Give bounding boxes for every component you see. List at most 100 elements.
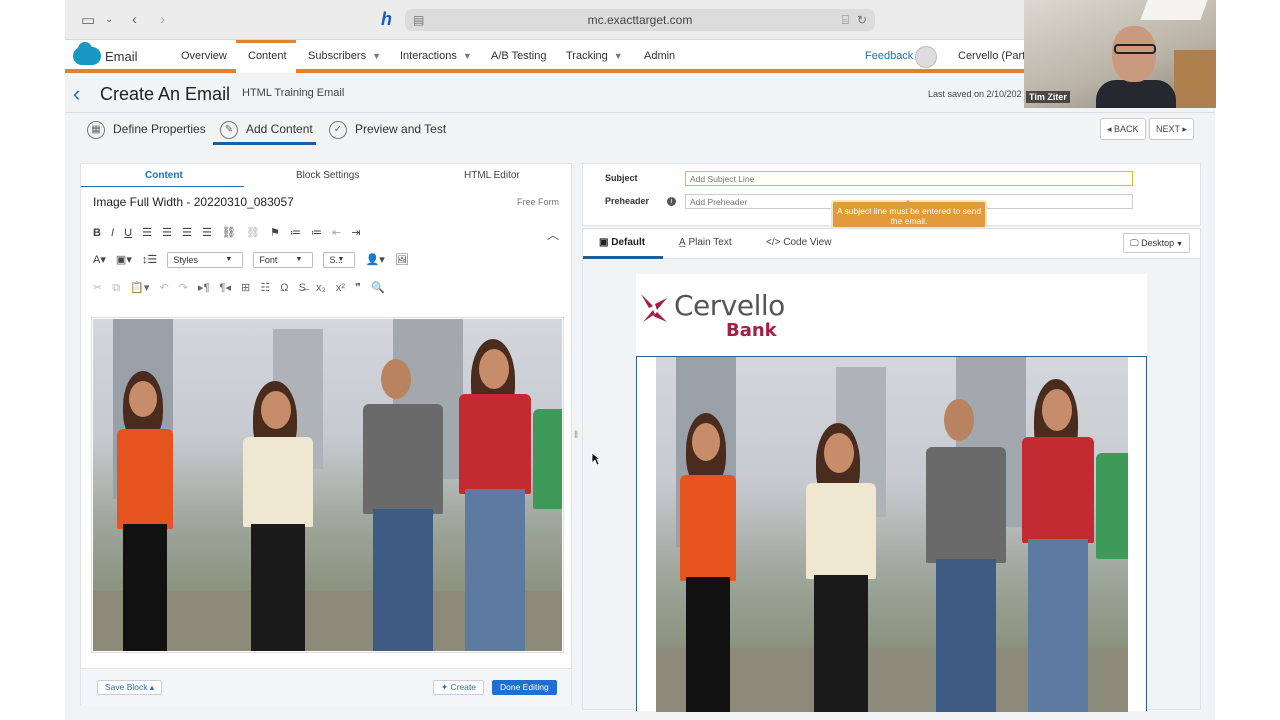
panel-resize-handle[interactable]: ‖ (574, 430, 578, 441)
step-preview-and-test[interactable]: ✓ Preview and Test (329, 121, 446, 139)
last-saved-text: Last saved on 2/10/202 (928, 89, 1022, 99)
table-icon[interactable]: ⊞ (241, 281, 250, 294)
sidebar-toggle-icon[interactable]: ▭ (81, 11, 95, 29)
account-name[interactable]: Cervello (Partn (958, 50, 1031, 62)
collapse-toolbar-icon[interactable]: ︿ (547, 226, 559, 243)
strikethrough-icon[interactable]: S̶ (299, 282, 306, 294)
align-right-icon[interactable]: ☰ (182, 226, 192, 239)
italic-icon[interactable]: I (111, 227, 114, 239)
photo-person-legs (1028, 539, 1088, 712)
photo-person-legs (465, 489, 525, 651)
photo-person-legs (814, 575, 868, 712)
align-left-icon[interactable]: ☰ (142, 226, 152, 239)
link-icon[interactable]: ⛓ (222, 226, 236, 239)
photo-person-legs (373, 509, 433, 651)
nav-tracking[interactable]: Tracking ▼ (566, 50, 623, 62)
text-color-icon[interactable]: A▾ (93, 253, 106, 266)
underline-icon[interactable]: U (124, 227, 132, 239)
superscript-icon[interactable]: x² (336, 282, 345, 294)
nav-interactions[interactable]: Interactions ▼ (400, 50, 472, 62)
nav-admin[interactable]: Admin (644, 50, 675, 62)
content-editor-panel: Content Block Settings HTML Editor Image… (80, 163, 572, 705)
numbered-list-icon[interactable]: ≔ (290, 226, 301, 239)
unlink-icon[interactable]: ⛓ (246, 226, 260, 239)
step-define-properties[interactable]: ▦ Define Properties (87, 121, 206, 139)
email-preview: Cervello Bank (636, 274, 1147, 712)
nav-ab-testing[interactable]: A/B Testing (491, 50, 546, 62)
rtl-icon[interactable]: ¶◂ (220, 281, 231, 294)
bullet-list-icon[interactable]: ≔ (311, 226, 322, 239)
nav-tracking-label: Tracking (566, 50, 608, 62)
translate-icon[interactable]: ⌸ (842, 9, 849, 31)
save-block-button[interactable]: Save Block ▴ (97, 680, 163, 695)
tab-block-settings[interactable]: Block Settings (296, 170, 359, 181)
back-arrow-icon[interactable]: ‹ (73, 81, 80, 107)
feedback-link[interactable]: Feedback (865, 50, 913, 62)
tab-html-editor[interactable]: HTML Editor (464, 170, 520, 181)
background-color-icon[interactable]: ▣▾ (116, 253, 132, 266)
tab-plain-text[interactable]: A̲ Plain Text (679, 237, 732, 248)
personalization-icon[interactable]: 👤▾ (366, 253, 385, 266)
photo-person-head (824, 433, 854, 473)
justify-icon[interactable]: ☰ (202, 226, 212, 239)
url-bar[interactable]: ▤ mc.exacttarget.com ⌸ ↻ (405, 9, 875, 31)
photo-person-head (1042, 389, 1072, 431)
device-select[interactable]: 🖵 Desktop ▼ (1122, 233, 1190, 253)
reload-icon[interactable]: ↻ (857, 9, 867, 31)
create-button-label: Create (450, 682, 476, 692)
caret-right-icon: ▸ (1179, 124, 1187, 134)
forward-icon[interactable]: › (160, 11, 165, 28)
cervello-logo-icon (641, 294, 667, 322)
subject-input[interactable] (685, 171, 1133, 186)
step-label: Preview and Test (355, 122, 447, 137)
styles-select[interactable]: Styles ▼ (167, 252, 244, 268)
nav-content[interactable]: Content (248, 50, 287, 62)
content-image[interactable] (93, 319, 562, 651)
tab-content[interactable]: Content (145, 170, 183, 181)
nav-subscribers[interactable]: Subscribers ▼ (308, 50, 381, 62)
redo-icon[interactable]: ↷ (179, 281, 188, 294)
chevron-down-icon[interactable]: ⌄ (105, 14, 113, 25)
extension-logo-icon[interactable]: h (381, 9, 392, 30)
tab-default[interactable]: ▣ Default (599, 237, 645, 248)
align-center-icon[interactable]: ☰ (162, 226, 172, 239)
next-button[interactable]: NEXT ▸ (1149, 118, 1194, 140)
properties-icon: ▦ (87, 121, 105, 139)
ltr-icon[interactable]: ▸¶ (198, 281, 209, 294)
subscript-icon[interactable]: x₂ (316, 282, 326, 294)
brand-name: Cervello (674, 289, 785, 322)
undo-icon[interactable]: ↶ (159, 281, 168, 294)
step-add-content[interactable]: ✎ Add Content (220, 121, 313, 139)
nav-overview[interactable]: Overview (181, 50, 227, 62)
bold-icon[interactable]: B (93, 227, 101, 239)
cut-icon[interactable]: ✂ (93, 281, 102, 294)
font-select[interactable]: Font ▼ (253, 252, 314, 268)
line-height-icon[interactable]: ↕☰ (142, 253, 157, 266)
indent-icon[interactable]: ⇥ (351, 226, 360, 239)
outdent-icon[interactable]: ⇤ (332, 226, 341, 239)
photo-person-shirt (533, 409, 562, 509)
done-editing-button[interactable]: Done Editing (492, 680, 557, 695)
email-image-block[interactable] (636, 356, 1147, 712)
special-character-icon[interactable]: Ω (280, 282, 288, 294)
avatar[interactable] (915, 46, 937, 68)
photo-person-shirt (117, 429, 173, 529)
find-icon[interactable]: 🔍 (371, 281, 385, 294)
back-icon[interactable]: ‹ (132, 11, 137, 28)
photo-person-shirt (926, 447, 1006, 563)
edit-toolbar: ✂ ⧉ 📋▾ ↶ ↷ ▸¶ ¶◂ ⊞ ☷ Ω S̶ x₂ x² ❞ 🔍 (93, 281, 392, 295)
image-icon[interactable]: 🖼 (395, 253, 409, 266)
photo-person-head (129, 381, 157, 417)
anchor-flag-icon[interactable]: ⚑ (270, 226, 280, 239)
info-icon[interactable]: i (667, 197, 676, 206)
back-button[interactable]: ◂ BACK (1100, 118, 1146, 140)
editor-canvas[interactable] (91, 317, 564, 653)
create-button[interactable]: ✦ Create (433, 680, 484, 695)
horizontal-rule-icon[interactable]: ☷ (260, 281, 270, 294)
tab-code-view[interactable]: </> Code View (766, 237, 831, 248)
size-select[interactable]: S... ▼ (323, 252, 356, 268)
blockquote-icon[interactable]: ❞ (355, 281, 361, 294)
paste-icon[interactable]: 📋▾ (130, 281, 149, 294)
copy-icon[interactable]: ⧉ (112, 282, 120, 295)
editor-footer: Save Block ▴ ✦ Create Done Editing (81, 668, 571, 705)
